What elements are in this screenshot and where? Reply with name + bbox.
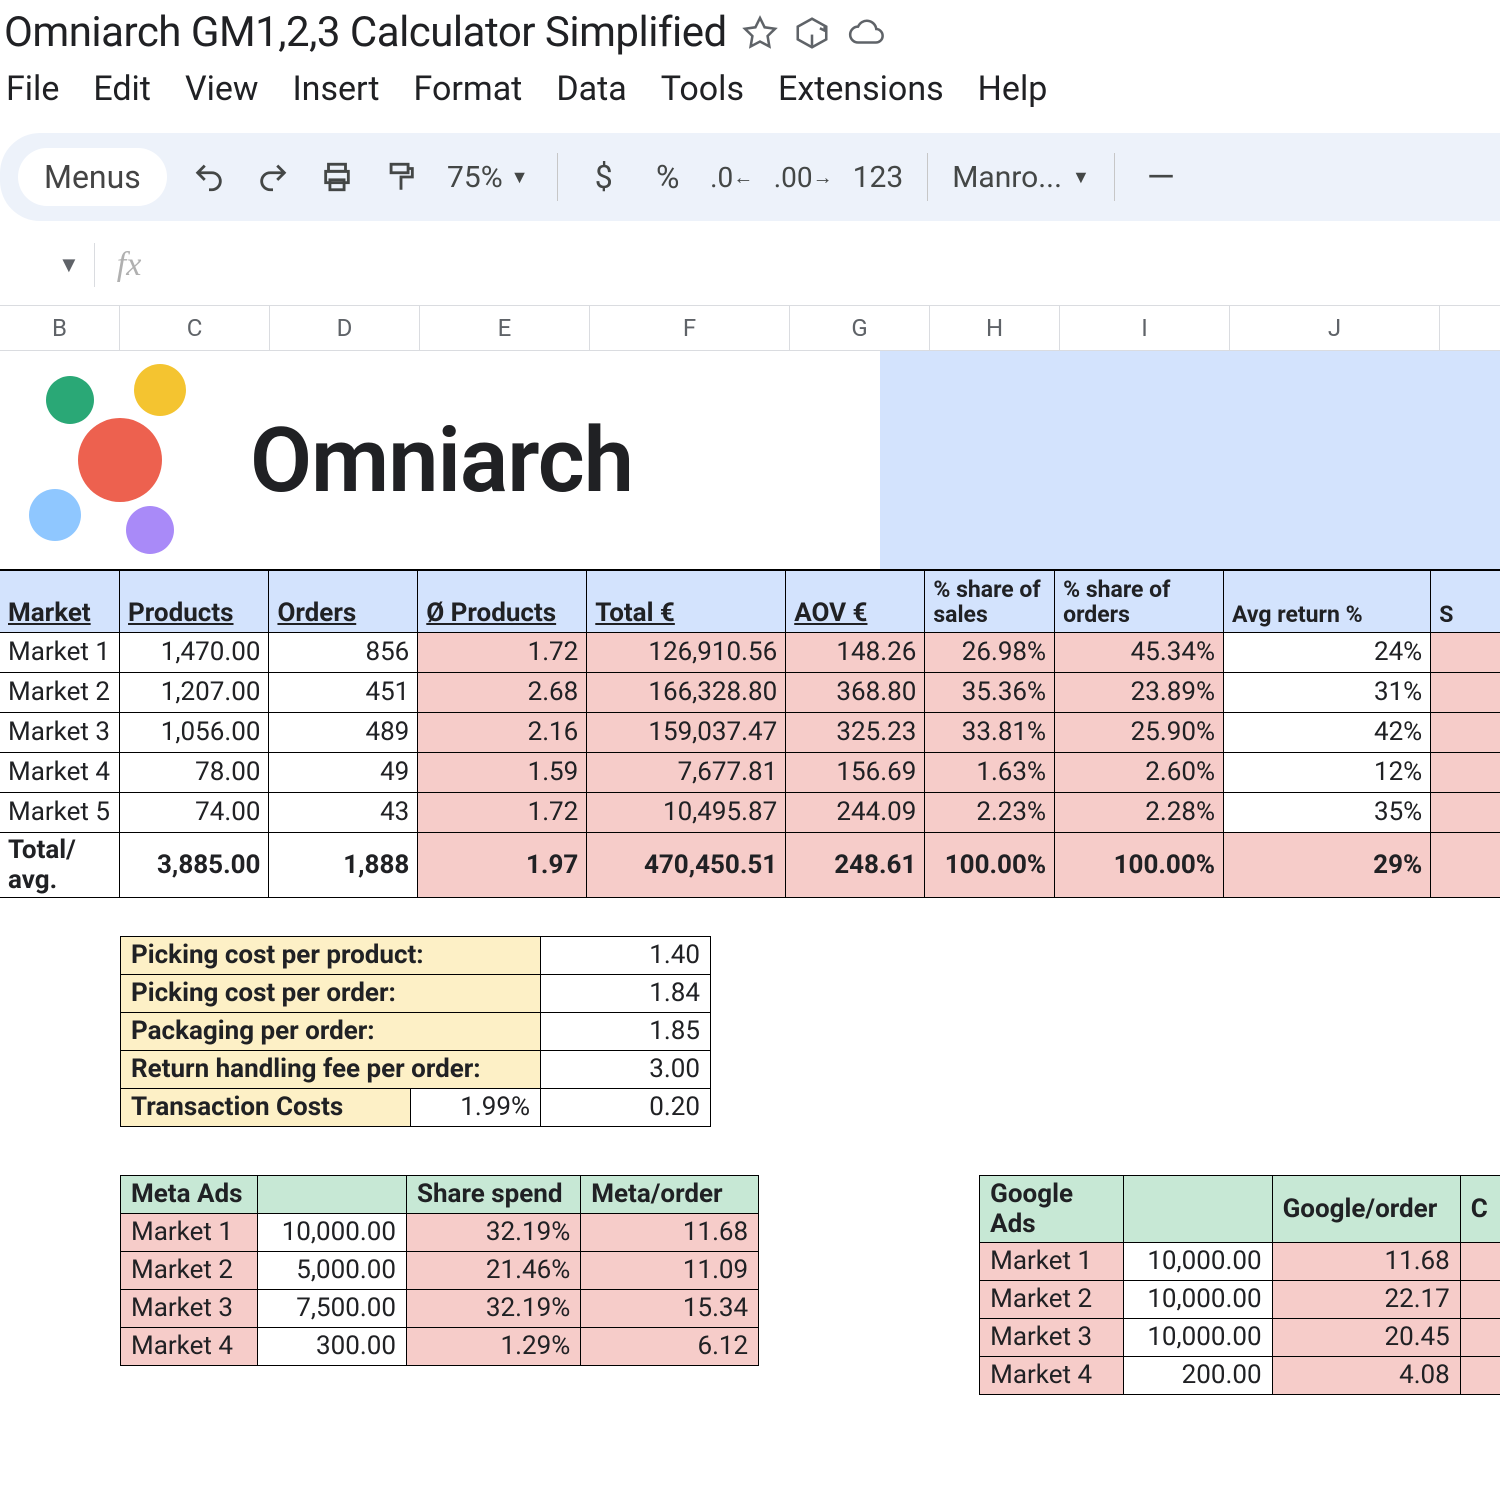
table-row[interactable]: Market 5 74.00 43 1.72 10,495.87 244.09 … <box>0 792 1500 832</box>
print-icon[interactable] <box>315 155 359 199</box>
hdr-s: S <box>1431 571 1500 632</box>
currency-button[interactable]: $ <box>582 155 626 199</box>
formula-bar: ▼ fx <box>0 221 1500 305</box>
hdr-avgreturn: Avg return % <box>1224 571 1431 632</box>
header-blue-fill <box>880 351 1500 569</box>
ads-row[interactable]: Market 310,000.0020.45 <box>980 1318 1500 1356</box>
decrease-decimal-button[interactable]: .0← <box>710 155 754 199</box>
logo-row: Omniarch <box>0 351 1500 571</box>
undo-icon[interactable] <box>187 155 231 199</box>
cloud-saved-icon[interactable] <box>845 14 887 52</box>
table-row[interactable]: Market 2 1,207.00 451 2.68 166,328.80 36… <box>0 672 1500 712</box>
cost-row[interactable]: Packaging per order:1.85 <box>121 1012 711 1050</box>
cost-row[interactable]: Picking cost per order:1.84 <box>121 974 711 1012</box>
table-row[interactable]: Market 1 1,470.00 856 1.72 126,910.56 14… <box>0 632 1500 672</box>
paint-format-icon[interactable] <box>379 155 423 199</box>
table-total-row[interactable]: Total/ avg. 3,885.00 1,888 1.97 470,450.… <box>0 832 1500 897</box>
ads-header-row: Meta Ads Share spend Meta/order <box>121 1175 759 1213</box>
ads-row[interactable]: Market 110,000.0011.68 <box>980 1242 1500 1280</box>
move-icon[interactable] <box>793 14 831 52</box>
name-box-dropdown-icon[interactable]: ▼ <box>58 252 80 278</box>
table-row[interactable]: Market 4 78.00 49 1.59 7,677.81 156.69 1… <box>0 752 1500 792</box>
ads-row[interactable]: Market 4200.004.08 <box>980 1356 1500 1394</box>
menu-help[interactable]: Help <box>978 69 1048 109</box>
cost-block[interactable]: Picking cost per product:1.40 Picking co… <box>120 936 1500 1127</box>
menu-insert[interactable]: Insert <box>292 69 379 109</box>
table-row[interactable]: Market 3 1,056.00 489 2.16 159,037.47 32… <box>0 712 1500 752</box>
cost-row[interactable]: Return handling fee per order:3.00 <box>121 1050 711 1088</box>
omniarch-logo-icon <box>10 360 230 560</box>
col-h[interactable]: H <box>930 306 1060 350</box>
menu-edit[interactable]: Edit <box>93 69 151 109</box>
hdr-oproducts: Ø Products <box>418 571 587 632</box>
separator <box>557 153 558 201</box>
hdr-orders: Orders <box>269 571 418 632</box>
menu-view[interactable]: View <box>185 69 259 109</box>
ads-row[interactable]: Market 25,000.0021.46%11.09 <box>121 1251 759 1289</box>
col-b[interactable]: B <box>0 306 120 350</box>
spreadsheet-grid[interactable]: Omniarch Market Products Orders Ø Produc… <box>0 351 1500 1395</box>
ads-row[interactable]: Market 110,000.0032.19%11.68 <box>121 1213 759 1251</box>
col-g[interactable]: G <box>790 306 930 350</box>
meta-ads-table[interactable]: Meta Ads Share spend Meta/order Market 1… <box>120 1175 759 1395</box>
col-i[interactable]: I <box>1060 306 1230 350</box>
col-f[interactable]: F <box>590 306 790 350</box>
menu-tools[interactable]: Tools <box>661 69 744 109</box>
ads-row: Meta Ads Share spend Meta/order Market 1… <box>0 1175 1500 1395</box>
menu-file[interactable]: File <box>6 69 59 109</box>
separator <box>927 153 928 201</box>
ads-row[interactable]: Market 37,500.0032.19%15.34 <box>121 1289 759 1327</box>
font-select[interactable]: Manro... ▼ <box>952 160 1090 195</box>
title-bar: Omniarch GM1,2,3 Calculator Simplified <box>0 0 1500 61</box>
hdr-shareorders: % share of orders <box>1055 571 1224 632</box>
market-table-header-row: Market Products Orders Ø Products Total … <box>0 571 1500 632</box>
toolbar: Menus 75% ▼ $ % .0← .00→ 123 Manro... ▼ … <box>0 133 1500 221</box>
col-e[interactable]: E <box>420 306 590 350</box>
document-title[interactable]: Omniarch GM1,2,3 Calculator Simplified <box>4 8 727 57</box>
star-icon[interactable] <box>741 14 779 52</box>
hdr-market: Market <box>0 571 120 632</box>
menu-extensions[interactable]: Extensions <box>778 69 944 109</box>
menus-chip[interactable]: Menus <box>18 148 167 206</box>
zoom-select[interactable]: 75% ▼ <box>443 155 533 199</box>
percent-button[interactable]: % <box>646 155 690 199</box>
col-j[interactable]: J <box>1230 306 1440 350</box>
hdr-products: Products <box>120 571 269 632</box>
menu-bar: File Edit View Insert Format Data Tools … <box>0 61 1500 127</box>
font-size-decrease[interactable]: — <box>1139 155 1183 199</box>
fx-icon: fx <box>109 246 142 284</box>
hdr-total: Total € <box>587 571 786 632</box>
menu-data[interactable]: Data <box>556 69 626 109</box>
ads-header-row: Google Ads Google/order C <box>980 1175 1500 1242</box>
separator <box>94 243 95 287</box>
cost-row[interactable]: Transaction Costs1.99%0.20 <box>121 1088 711 1126</box>
column-headers[interactable]: B C D E F G H I J <box>0 305 1500 351</box>
cost-row[interactable]: Picking cost per product:1.40 <box>121 936 711 974</box>
format-123-button[interactable]: 123 <box>853 155 904 199</box>
brand-name: Omniarch <box>250 408 633 513</box>
hdr-aov: AOV € <box>786 571 925 632</box>
ads-row[interactable]: Market 210,000.0022.17 <box>980 1280 1500 1318</box>
ads-row[interactable]: Market 4300.001.29%6.12 <box>121 1327 759 1365</box>
menu-format[interactable]: Format <box>414 69 523 109</box>
redo-icon[interactable] <box>251 155 295 199</box>
google-ads-table[interactable]: Google Ads Google/order C Market 110,000… <box>979 1175 1500 1395</box>
increase-decimal-button[interactable]: .00→ <box>774 155 833 199</box>
separator <box>1114 153 1115 201</box>
hdr-sharesales: % share of sales <box>925 571 1055 632</box>
col-c[interactable]: C <box>120 306 270 350</box>
col-d[interactable]: D <box>270 306 420 350</box>
market-table[interactable]: Market Products Orders Ø Products Total … <box>0 571 1500 898</box>
